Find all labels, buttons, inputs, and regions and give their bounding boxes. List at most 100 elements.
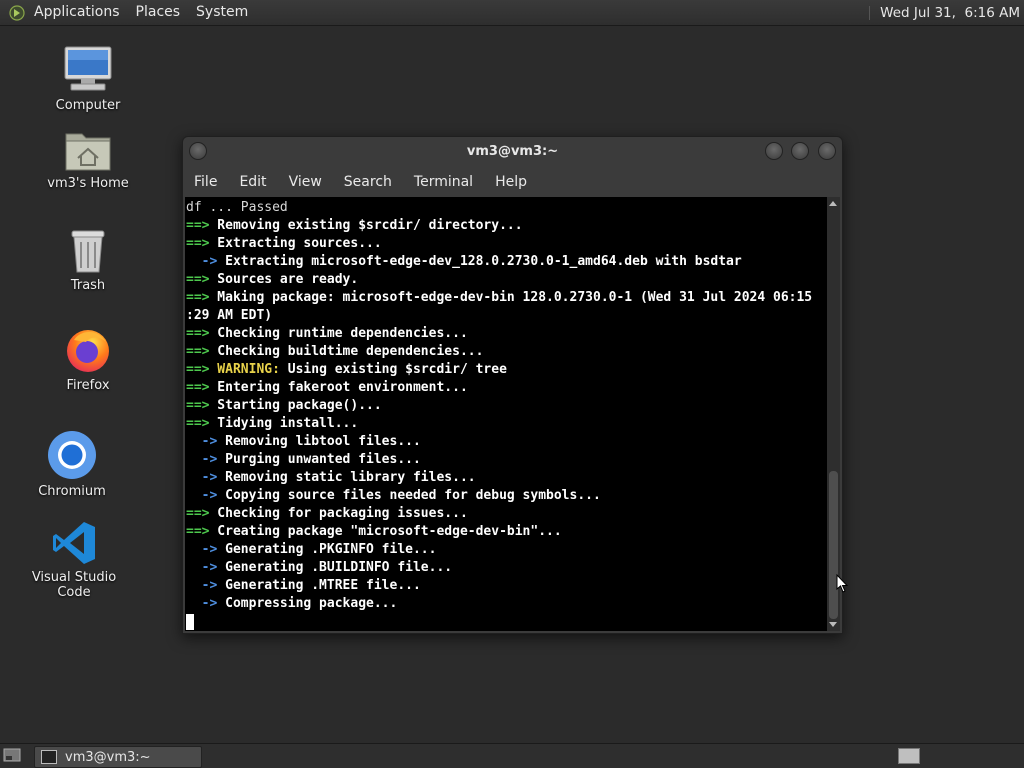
terminal-line: -> Removing libtool files... bbox=[186, 433, 827, 451]
terminal-line: ==> Checking runtime dependencies... bbox=[186, 325, 827, 343]
terminal-line: ==> WARNING: Using existing $srcdir/ tre… bbox=[186, 361, 827, 379]
line-text: Sources are ready. bbox=[209, 272, 359, 287]
line-text: Generating .BUILDINFO file... bbox=[217, 560, 453, 575]
minimize-icon[interactable] bbox=[765, 142, 783, 160]
line-prefix: ==> bbox=[186, 506, 210, 521]
terminal-line: df ... Passed bbox=[186, 199, 827, 217]
line-prefix: ==> bbox=[186, 326, 210, 341]
line-text: Tidying install... bbox=[209, 416, 359, 431]
line-prefix: -> bbox=[186, 488, 218, 503]
terminal-line: ==> Creating package "microsoft-edge-dev… bbox=[186, 523, 827, 541]
menu-edit[interactable]: Edit bbox=[228, 170, 277, 194]
line-text: Checking runtime dependencies... bbox=[209, 326, 468, 341]
applications-menu[interactable]: Applications bbox=[26, 0, 128, 25]
line-text: Creating package "microsoft-edge-dev-bin… bbox=[209, 524, 562, 539]
line-text: Checking buildtime dependencies... bbox=[209, 344, 484, 359]
home-folder-icon bbox=[65, 133, 111, 171]
terminal-line: ==> Removing existing $srcdir/ directory… bbox=[186, 217, 827, 235]
terminal-line: ==> Sources are ready. bbox=[186, 271, 827, 289]
line-prefix: ==> bbox=[186, 380, 210, 395]
line-text: Removing existing $srcdir/ directory... bbox=[209, 218, 523, 233]
scroll-down-icon[interactable] bbox=[829, 622, 837, 627]
maximize-icon[interactable] bbox=[791, 142, 809, 160]
taskbar-item-label: vm3@vm3:~ bbox=[65, 749, 151, 765]
line-prefix: ==> bbox=[186, 344, 210, 359]
terminal-window: vm3@vm3:~ File Edit View Search Terminal… bbox=[182, 136, 843, 634]
bottom-panel: vm3@vm3:~ bbox=[0, 743, 1024, 768]
terminal-line: -> Extracting microsoft-edge-dev_128.0.2… bbox=[186, 253, 827, 271]
terminal-line: :29 AM EDT) bbox=[186, 307, 827, 325]
terminal-line: ==> Tidying install... bbox=[186, 415, 827, 433]
desktop-icon-firefox[interactable]: Firefox bbox=[28, 326, 148, 393]
line-text: Generating .MTREE file... bbox=[217, 578, 421, 593]
line-text: Starting package()... bbox=[209, 398, 382, 413]
line-prefix: ==> bbox=[186, 362, 210, 377]
desktop-icon-vscode[interactable]: Visual Studio Code bbox=[14, 520, 134, 600]
terminal-line: -> Copying source files needed for debug… bbox=[186, 487, 827, 505]
desktop-icon-label: Trash bbox=[70, 278, 106, 293]
desktop-icon-chromium[interactable]: Chromium bbox=[12, 430, 132, 499]
desktop-icon-label: Computer bbox=[55, 98, 121, 113]
desktop-icon-home[interactable]: vm3's Home bbox=[28, 128, 148, 191]
line-prefix: -> bbox=[186, 254, 218, 269]
scrollbar-thumb[interactable] bbox=[829, 471, 838, 619]
line-prefix: ==> bbox=[186, 290, 210, 305]
line-prefix: ==> bbox=[186, 524, 210, 539]
line-prefix: ==> bbox=[186, 416, 210, 431]
terminal-line: ==> Entering fakeroot environment... bbox=[186, 379, 827, 397]
line-text: Compressing package... bbox=[217, 596, 398, 611]
terminal-scrollbar[interactable] bbox=[827, 197, 840, 631]
line-text: Removing libtool files... bbox=[217, 434, 421, 449]
line-prefix: -> bbox=[186, 452, 218, 467]
line-prefix: -> bbox=[186, 560, 218, 575]
terminal-line: ==> Making package: microsoft-edge-dev-b… bbox=[186, 289, 827, 307]
top-panel: Applications Places System Wed Jul 31, 6… bbox=[0, 0, 1024, 26]
desktop-icon-trash[interactable]: Trash bbox=[28, 228, 148, 293]
terminal-line: -> Generating .MTREE file... bbox=[186, 577, 827, 595]
menu-search[interactable]: Search bbox=[333, 170, 403, 194]
system-menu[interactable]: System bbox=[188, 0, 256, 25]
taskbar-item-terminal[interactable]: vm3@vm3:~ bbox=[34, 746, 202, 768]
line-text: Making package: microsoft-edge-dev-bin 1… bbox=[209, 290, 813, 305]
places-menu[interactable]: Places bbox=[128, 0, 189, 25]
line-text: Removing static library files... bbox=[217, 470, 476, 485]
window-title: vm3@vm3:~ bbox=[466, 144, 559, 159]
workspace-switcher[interactable] bbox=[898, 748, 920, 764]
terminal-line: -> Purging unwanted files... bbox=[186, 451, 827, 469]
terminal-lines: df ... Passed ==> Removing existing $srcd… bbox=[185, 197, 827, 613]
terminal-menubar: File Edit View Search Terminal Help bbox=[183, 170, 842, 194]
terminal-line: -> Compressing package... bbox=[186, 595, 827, 613]
terminal-line: -> Generating .PKGINFO file... bbox=[186, 541, 827, 559]
computer-icon bbox=[64, 46, 112, 91]
line-prefix: -> bbox=[186, 596, 218, 611]
line-prefix: ==> bbox=[186, 236, 210, 251]
line-prefix: ==> bbox=[186, 272, 210, 287]
menu-view[interactable]: View bbox=[278, 170, 333, 194]
scroll-up-icon[interactable] bbox=[829, 201, 837, 206]
terminal-output[interactable]: df ... Passed ==> Removing existing $srcd… bbox=[185, 197, 827, 631]
menu-file[interactable]: File bbox=[183, 170, 228, 194]
desktop-icon-computer[interactable]: Computer bbox=[28, 44, 148, 113]
line-text: Using existing $srcdir/ tree bbox=[279, 362, 507, 377]
clock[interactable]: Wed Jul 31, 6:16 AM bbox=[880, 5, 1020, 21]
show-desktop-icon[interactable] bbox=[3, 747, 21, 763]
line-text: Extracting microsoft-edge-dev_128.0.2730… bbox=[217, 254, 742, 269]
warning-label: WARNING: bbox=[209, 362, 280, 377]
terminal-line: ==> Extracting sources... bbox=[186, 235, 827, 253]
terminal-line: ==> Checking for packaging issues... bbox=[186, 505, 827, 523]
panel-separator bbox=[869, 5, 872, 20]
terminal-line: -> Generating .BUILDINFO file... bbox=[186, 559, 827, 577]
trash-icon bbox=[71, 230, 105, 273]
menu-terminal[interactable]: Terminal bbox=[403, 170, 484, 194]
window-titlebar[interactable]: vm3@vm3:~ bbox=[183, 137, 842, 167]
menu-help[interactable]: Help bbox=[484, 170, 538, 194]
desktop-icon-label: Visual Studio Code bbox=[31, 570, 117, 600]
line-prefix: -> bbox=[186, 542, 218, 557]
terminal-line: -> Removing static library files... bbox=[186, 469, 827, 487]
line-text: Generating .PKGINFO file... bbox=[217, 542, 437, 557]
line-prefix: -> bbox=[186, 578, 218, 593]
line-prefix: -> bbox=[186, 470, 218, 485]
main-menu-logo-icon[interactable] bbox=[8, 4, 26, 22]
close-icon[interactable] bbox=[818, 142, 836, 160]
line-text: Purging unwanted files... bbox=[217, 452, 421, 467]
